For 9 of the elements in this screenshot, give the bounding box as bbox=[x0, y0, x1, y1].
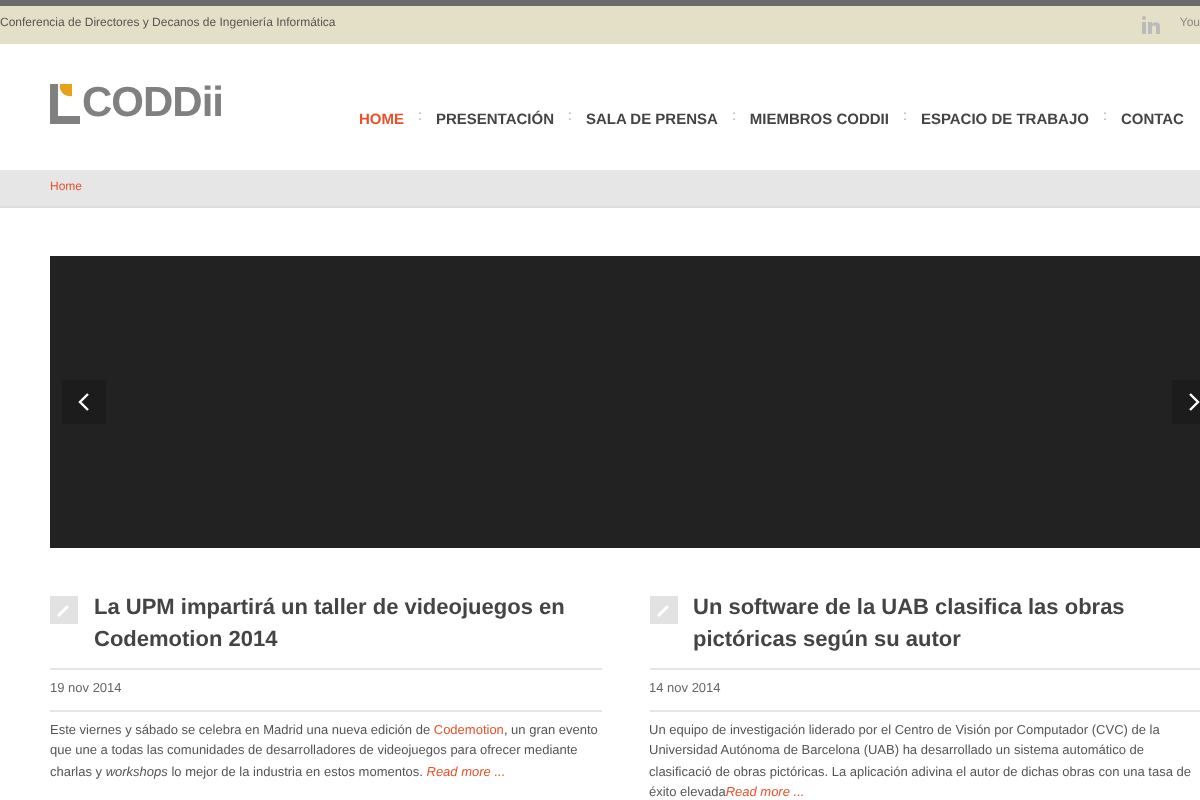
chevron-left-icon bbox=[78, 392, 90, 412]
next-button[interactable] bbox=[1172, 380, 1200, 424]
article-title[interactable]: Un software de la UAB clasifica las obras pictóricas según su autor bbox=[693, 592, 1200, 656]
chevron-right-icon bbox=[1188, 392, 1200, 412]
logo[interactable]: CODDii bbox=[50, 83, 223, 123]
pencil-icon bbox=[649, 596, 677, 624]
article-title[interactable]: La UPM impartirá un taller de videojuegos en Codemotion 2014 bbox=[94, 592, 601, 656]
pencil-icon bbox=[50, 596, 78, 624]
previous-button[interactable] bbox=[62, 380, 106, 424]
